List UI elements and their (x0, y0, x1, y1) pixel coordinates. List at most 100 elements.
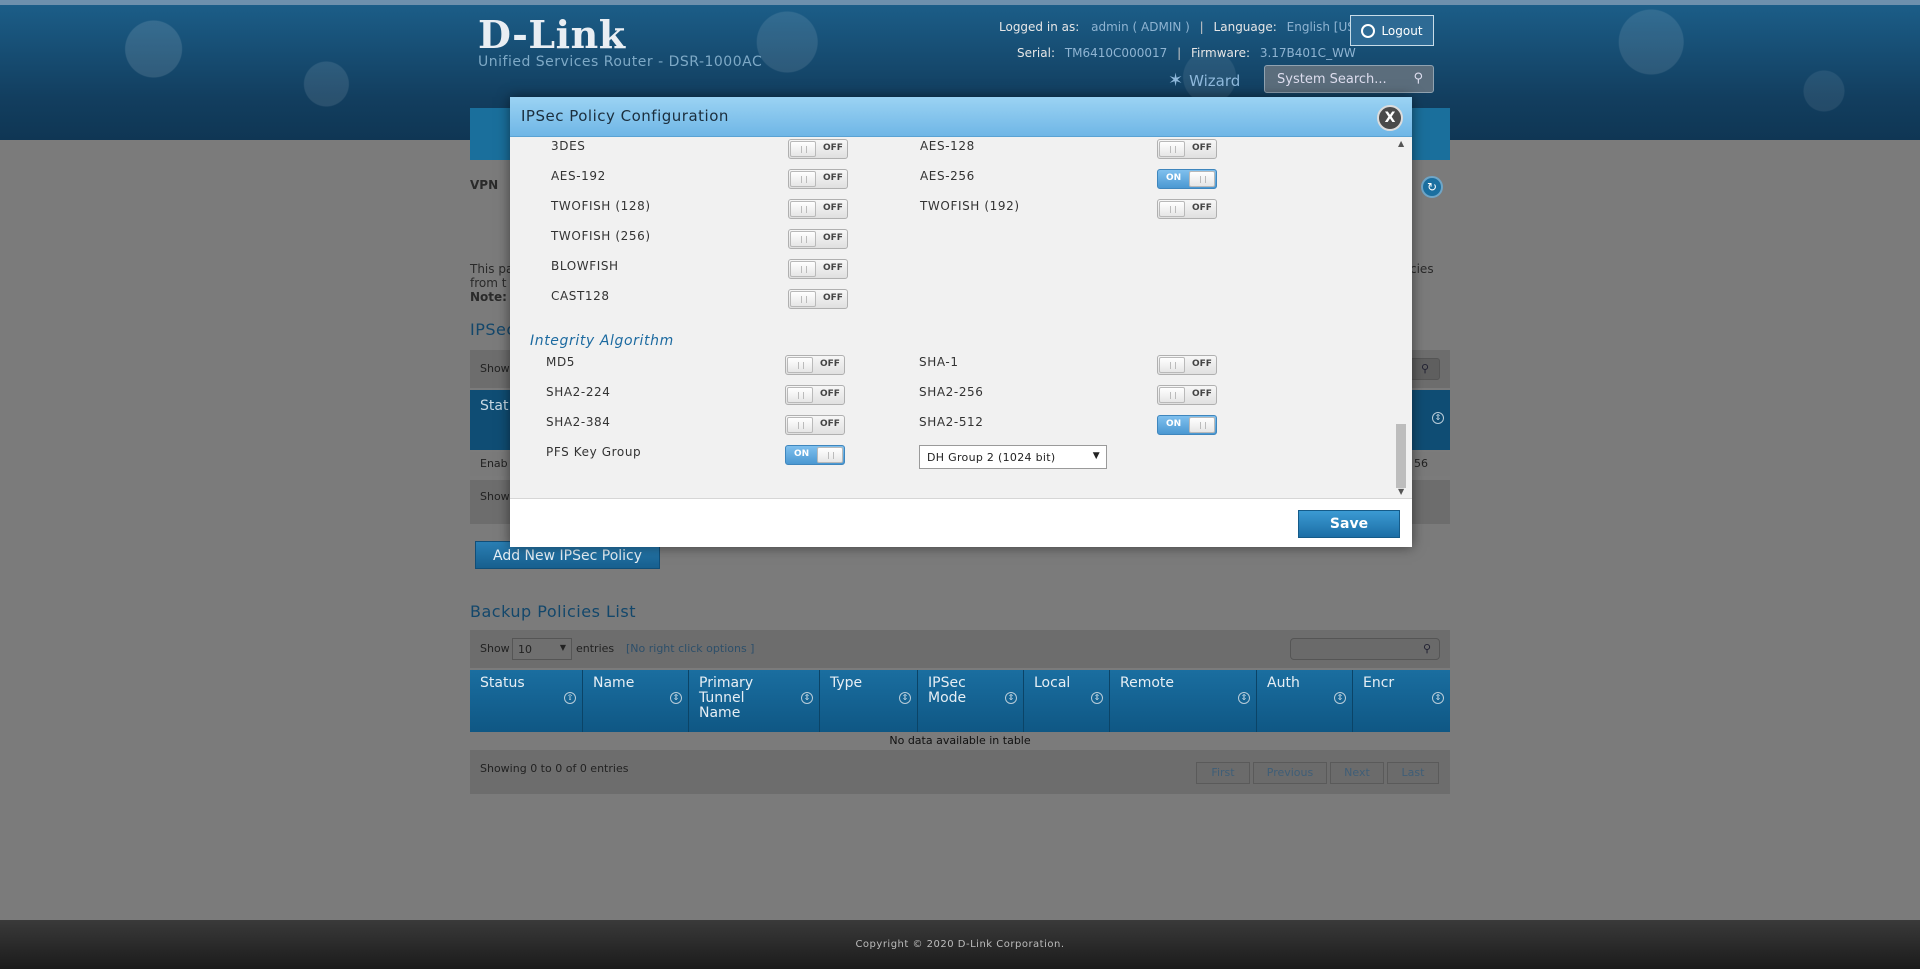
toggle-state: OFF (823, 293, 843, 303)
system-search-input[interactable]: System Search... ⚲ (1264, 65, 1434, 93)
show-label: Show (480, 642, 510, 655)
pager-label: Previous (1266, 766, 1314, 779)
toggle-twofish-192[interactable]: OFF (1157, 199, 1217, 219)
separator: | (1199, 20, 1204, 34)
col-encr[interactable]: Encr ⇕ (1353, 670, 1450, 732)
col-local[interactable]: Local ⇕ (1024, 670, 1110, 732)
logout-button[interactable]: Logout (1350, 15, 1434, 46)
language-link[interactable]: English [US] (1287, 20, 1360, 34)
toggle-twofish-128[interactable]: OFF (788, 199, 848, 219)
option-label: SHA2-384 (546, 415, 611, 429)
col-label: IPSec (928, 675, 966, 691)
pfs-key-group-label: PFS Key Group (546, 445, 642, 459)
wizard-link[interactable]: ✶ Wizard (1168, 70, 1240, 91)
modal-header: IPSec Policy Configuration X (510, 97, 1412, 137)
option-label: AES-256 (920, 169, 975, 183)
option-label: TWOFISH (256) (551, 229, 651, 243)
pager-label: First (1211, 766, 1235, 779)
col-label: Encr (1363, 675, 1395, 691)
pager-next-button[interactable]: Next (1330, 762, 1384, 784)
pager-previous-button[interactable]: Previous (1253, 762, 1327, 784)
col-remote[interactable]: Remote ⇕ (1110, 670, 1257, 732)
note-label: Note: (470, 290, 507, 304)
toggle-aes-256[interactable]: ON (1157, 169, 1217, 189)
scroll-up-arrow-icon[interactable]: ▲ (1398, 139, 1404, 148)
option-label: MD5 (546, 355, 576, 369)
dh-group-value: DH Group 2 (1024 bit) (927, 451, 1056, 464)
wand-icon: ✶ (1168, 70, 1184, 91)
modal-footer: Save (510, 498, 1412, 547)
col-auth[interactable]: Auth ⇕ (1257, 670, 1353, 732)
serial-value: TM6410C000017 (1064, 46, 1168, 60)
col-name[interactable]: Name ⇕ (583, 670, 689, 732)
search-icon[interactable]: ⚲ (1413, 71, 1423, 86)
col-type[interactable]: Type ⇕ (820, 670, 918, 732)
toggle-sha2-384[interactable]: OFF (785, 415, 845, 435)
toggle-knob (787, 357, 813, 373)
sort-icon: ⇕ (899, 692, 911, 704)
toggle-sha2-224[interactable]: OFF (785, 385, 845, 405)
entries-select[interactable]: 10 ▼ (512, 638, 572, 660)
col-label: Type (830, 675, 863, 691)
toggle-twofish-256[interactable]: OFF (788, 229, 848, 249)
toggle-sha-1[interactable]: OFF (1157, 355, 1217, 375)
refresh-icon[interactable]: ↻ (1421, 176, 1443, 198)
toggle-sha2-512[interactable]: ON (1157, 415, 1217, 435)
toggle-state: ON (794, 449, 810, 459)
pager-last-button[interactable]: Last (1387, 762, 1439, 784)
language-label: Language: (1213, 20, 1277, 34)
description-line: This pa (470, 262, 514, 276)
sort-icon: ⇕ (801, 692, 813, 704)
pager-first-button[interactable]: First (1196, 762, 1250, 784)
dh-group-select[interactable]: DH Group 2 (1024 bit) ▼ (919, 445, 1107, 469)
toggle-aes-192[interactable]: OFF (788, 169, 848, 189)
page-description: This pa from t Note: (470, 262, 513, 304)
backup-policies-title: Backup Policies List (470, 602, 636, 621)
sort-up-icon: ⇧ (564, 692, 576, 704)
pager-label: Last (1401, 766, 1425, 779)
toggle-knob (787, 387, 813, 403)
toggle-pfs-key-group[interactable]: ON (785, 445, 845, 465)
separator: | (1177, 46, 1182, 60)
toggle-state: OFF (823, 203, 843, 213)
sort-icon[interactable]: ⇕ (1432, 412, 1444, 424)
scrollbar-thumb[interactable] (1396, 424, 1406, 488)
logged-in-label: Logged in as: (999, 20, 1080, 34)
no-right-click-note: [No right click options ] (626, 642, 755, 655)
toggle-aes-128[interactable]: OFF (1157, 139, 1217, 159)
close-button[interactable]: X (1377, 105, 1403, 131)
integrity-algorithm-heading: Integrity Algorithm (530, 333, 674, 349)
breadcrumb[interactable]: VPN (470, 178, 498, 192)
toggle-sha2-256[interactable]: OFF (1157, 385, 1217, 405)
option-label: TWOFISH (128) (551, 199, 651, 213)
toggle-state: OFF (1192, 203, 1212, 213)
scroll-down-arrow-icon[interactable]: ▼ (1398, 487, 1404, 496)
col-primary-tunnel-name[interactable]: Primary Tunnel Name ⇕ (689, 670, 820, 732)
status-cell: Enab (480, 457, 508, 470)
toggle-knob (817, 447, 843, 463)
backup-search-input[interactable]: ⚲ (1290, 638, 1440, 660)
toggle-state: OFF (823, 233, 843, 243)
col-ipsec-mode[interactable]: IPSec Mode ⇕ (918, 670, 1024, 732)
toggle-state: OFF (823, 173, 843, 183)
toggle-knob (790, 201, 816, 217)
dlink-logo: D-Link (478, 12, 626, 57)
toggle-knob (1159, 387, 1185, 403)
toggle-3des[interactable]: OFF (788, 139, 848, 159)
toggle-cast128[interactable]: OFF (788, 289, 848, 309)
col-status[interactable]: Status ⇧ (470, 670, 583, 732)
toggle-md5[interactable]: OFF (785, 355, 845, 375)
toggle-blowfish[interactable]: OFF (788, 259, 848, 279)
serial-label: Serial: (1017, 46, 1055, 60)
status-column-header[interactable]: Stat (480, 398, 508, 414)
show-label: Show (480, 362, 510, 375)
col-label: Mode (928, 690, 967, 706)
showing-label: Show (480, 490, 510, 503)
chevron-down-icon: ▼ (559, 643, 566, 652)
toggle-state: ON (1166, 419, 1182, 429)
option-label: CAST128 (551, 289, 610, 303)
entries-value: 10 (518, 643, 532, 656)
modal-body: 3DES OFF AES-128 OFF AES-192 OFF AES-256… (510, 137, 1412, 498)
table-search-icon[interactable]: ⚲ (1410, 358, 1440, 380)
save-button[interactable]: Save (1298, 510, 1400, 538)
